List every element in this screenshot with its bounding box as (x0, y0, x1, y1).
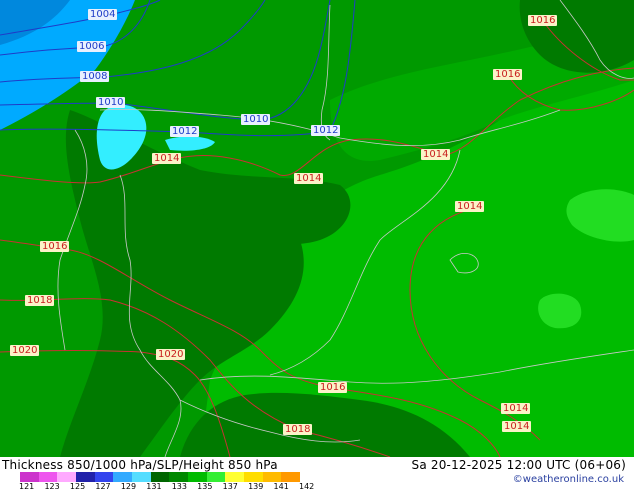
isobar-label-blue: 1004 (88, 9, 118, 20)
credit-link[interactable]: ©weatheronline.co.uk (513, 474, 624, 485)
isobar-label-blue: 1012 (311, 125, 341, 136)
isobar-label-red: 1014 (294, 173, 324, 184)
legend-swatch (225, 472, 244, 482)
isobar-label-red: 1016 (40, 241, 70, 252)
isobar-label-red: 1016 (528, 15, 558, 26)
isobar-label-blue: 1010 (96, 97, 126, 108)
isobar-label-red: 1016 (318, 382, 348, 393)
isobar-label-blue: 1012 (170, 126, 200, 137)
legend-swatch (262, 472, 282, 482)
legend-swatch (131, 472, 151, 482)
legend-swatch (94, 472, 114, 482)
weather-map-view: 1004 1006 1008 1010 1012 1010 1012 1016 1016 1014… (0, 0, 634, 491)
map-title: Thickness 850/1000 hPa/SLP/Height 850 hP… (2, 458, 278, 472)
isobar-label-blue: 1006 (77, 41, 107, 52)
legend-swatch (169, 472, 188, 482)
legend-swatch (20, 472, 39, 482)
isobar-label-red: 1014 (421, 149, 451, 160)
legend-swatch (206, 472, 226, 482)
thickness-legend-bar (20, 472, 300, 482)
isobar-label-blue: 1010 (241, 114, 271, 125)
legend-swatch (113, 472, 132, 482)
legend-swatch (75, 472, 95, 482)
legend-swatch (150, 472, 170, 482)
isobar-label-red: 1020 (10, 345, 40, 356)
legend-swatch (187, 472, 207, 482)
map-footer: Thickness 850/1000 hPa/SLP/Height 850 hP… (0, 457, 634, 491)
isobar-label-red: 1016 (493, 69, 523, 80)
legend-swatch (243, 472, 263, 482)
isobar-label-red: 1020 (156, 349, 186, 360)
thickness-map (0, 0, 634, 457)
legend-swatch (57, 472, 76, 482)
isobar-label-red: 1018 (283, 424, 313, 435)
map-datetime: Sa 20-12-2025 12:00 UTC (06+06) (411, 458, 626, 472)
isobar-label-red: 1014 (455, 201, 485, 212)
isobar-label-blue: 1008 (80, 71, 110, 82)
isobar-label-red: 1014 (502, 421, 532, 432)
legend-swatch (38, 472, 58, 482)
isobar-label-red: 1014 (152, 153, 182, 164)
isobar-label-red: 1014 (501, 403, 531, 414)
legend-swatch (281, 472, 300, 482)
isobar-label-red: 1018 (25, 295, 55, 306)
